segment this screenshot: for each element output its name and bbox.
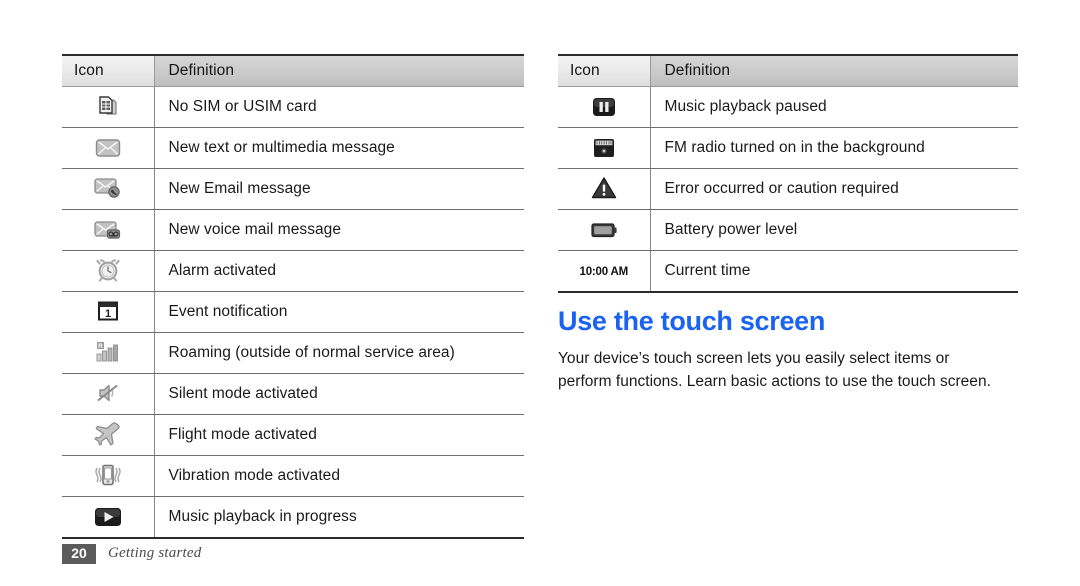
definition-cell: Flight mode activated	[154, 414, 524, 456]
table-row: 10:00 AM Current time	[558, 250, 1018, 293]
definition-cell: FM radio turned on in the background	[650, 127, 1018, 169]
table-row: No SIM or USIM card	[62, 86, 524, 128]
use-touch-screen-section: Use the touch screen Your device’s touch…	[558, 306, 1008, 394]
column-header-icon: Icon	[558, 54, 651, 87]
icon-cell	[558, 127, 651, 169]
new-voicemail-icon	[91, 215, 125, 245]
airplane-icon	[91, 419, 125, 449]
table-row: New text or multimedia message	[62, 127, 524, 169]
alarm-clock-icon	[91, 255, 125, 285]
definition-cell: New text or multimedia message	[154, 127, 524, 169]
definition-cell: New voice mail message	[154, 209, 524, 251]
icon-cell: 1	[62, 291, 155, 333]
table-row: Silent mode activated	[62, 373, 524, 415]
page-number-badge: 20	[62, 543, 96, 564]
icon-cell	[62, 209, 155, 251]
new-message-icon	[91, 133, 125, 163]
current-time-text: 10:00 AM	[579, 266, 629, 278]
column-header-definition: Definition	[154, 54, 524, 87]
table-row: Vibration mode activated	[62, 455, 524, 497]
icon-cell	[62, 496, 155, 539]
table-row: 1 Event notification	[62, 291, 524, 333]
column-header-icon: Icon	[62, 54, 155, 87]
table-row: Flight mode activated	[62, 414, 524, 456]
table-row: Music playback paused	[558, 86, 1018, 128]
table-header-row: Icon Definition	[558, 54, 1018, 87]
section-title: Use the touch screen	[558, 306, 826, 336]
silent-mute-icon	[91, 378, 125, 408]
icon-cell	[62, 168, 155, 210]
column-header-definition: Definition	[650, 54, 1018, 87]
page-footer: 20 Getting started	[62, 543, 202, 564]
definition-cell: Current time	[650, 250, 1018, 293]
definition-cell: Roaming (outside of normal service area)	[154, 332, 524, 374]
table-row: R Roaming (outside of normal service are…	[62, 332, 524, 374]
definition-cell: No SIM or USIM card	[154, 86, 524, 128]
roaming-signal-icon: R	[91, 337, 125, 367]
pause-icon	[587, 92, 621, 122]
icon-cell	[62, 127, 155, 169]
icon-cell	[62, 86, 155, 128]
definition-cell: Music playback in progress	[154, 496, 524, 539]
play-icon	[91, 502, 125, 532]
icon-cell	[558, 209, 651, 251]
section-body-text: Your device’s touch screen lets you easi…	[558, 350, 991, 391]
table-row: Battery power level	[558, 209, 1018, 251]
warning-triangle-icon	[587, 173, 621, 203]
table-row: Error occurred or caution required	[558, 168, 1018, 210]
new-email-icon	[91, 173, 125, 203]
table-row: FM radio turned on in the background	[558, 127, 1018, 169]
icon-cell	[62, 373, 155, 415]
vibration-icon	[91, 460, 125, 490]
table-header-row: Icon Definition	[62, 54, 524, 87]
icon-cell: R	[62, 332, 155, 374]
icon-cell	[558, 86, 651, 128]
footer-section-label: Getting started	[108, 545, 202, 562]
definition-cell: Silent mode activated	[154, 373, 524, 415]
definition-cell: Alarm activated	[154, 250, 524, 292]
icon-cell	[62, 455, 155, 497]
svg-text:1: 1	[105, 308, 111, 320]
status-icon-table-right: Icon Definition Music playback paused FM…	[558, 54, 1018, 293]
battery-icon	[587, 215, 621, 245]
calendar-event-icon: 1	[91, 296, 125, 326]
sim-card-icon	[91, 91, 125, 121]
manual-page: Icon Definition No SIM or USIM card New …	[0, 0, 1080, 586]
definition-cell: Music playback paused	[650, 86, 1018, 128]
icon-cell	[558, 168, 651, 210]
icon-cell	[62, 414, 155, 456]
table-row: New Email message	[62, 168, 524, 210]
table-row: New voice mail message	[62, 209, 524, 251]
icon-cell: 10:00 AM	[558, 250, 651, 293]
definition-cell: Vibration mode activated	[154, 455, 524, 497]
fm-radio-icon	[587, 133, 621, 163]
table-row: Alarm activated	[62, 250, 524, 292]
definition-cell: New Email message	[154, 168, 524, 210]
definition-cell: Battery power level	[650, 209, 1018, 251]
definition-cell: Error occurred or caution required	[650, 168, 1018, 210]
definition-cell: Event notification	[154, 291, 524, 333]
status-icon-table-left: Icon Definition No SIM or USIM card New …	[62, 54, 524, 539]
icon-cell	[62, 250, 155, 292]
table-row: Music playback in progress	[62, 496, 524, 539]
svg-text:R: R	[98, 343, 103, 350]
